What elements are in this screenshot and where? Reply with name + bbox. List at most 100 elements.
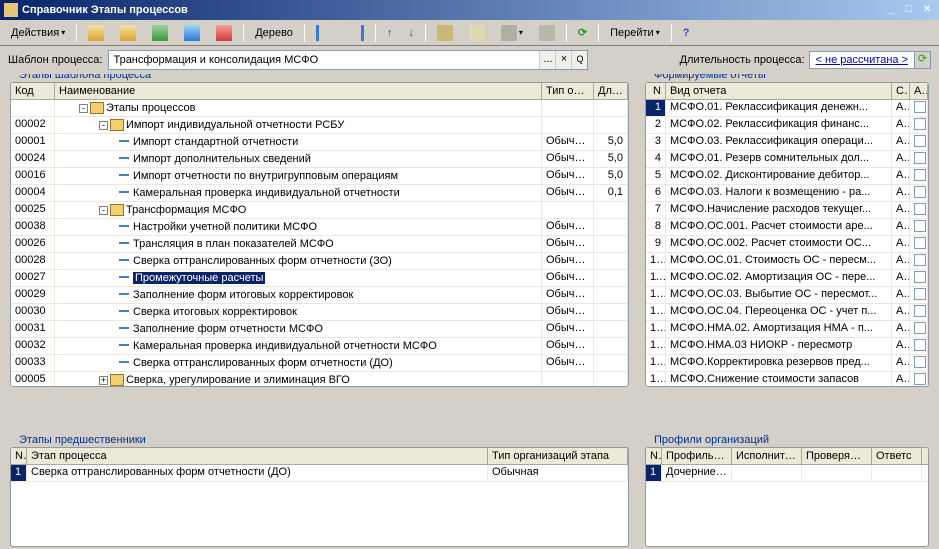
checkbox[interactable] — [914, 305, 926, 317]
table-row[interactable]: 00025-Трансформация МСФО — [11, 202, 628, 219]
actions-menu[interactable]: Действия▾ — [4, 24, 72, 42]
table-row[interactable]: 11МСФО.ОС.02. Амортизация ОС - пере...А.… — [646, 270, 928, 287]
filter-button[interactable] — [430, 22, 460, 44]
table-row[interactable]: 3МСФО.03. Реклассификация операци...А... — [646, 134, 928, 151]
table-row[interactable]: 9МСФО.ОС.002. Расчет стоимости ОС...А... — [646, 236, 928, 253]
table-row[interactable]: 00024Импорт дополнительных сведенийОбычн… — [11, 151, 628, 168]
org-grid[interactable]: N Профиль ор... Исполнител... Проверяющ.… — [645, 447, 929, 547]
checkbox[interactable] — [914, 186, 926, 198]
help-button[interactable]: ? — [676, 24, 697, 42]
column-button[interactable] — [532, 22, 562, 44]
table-row[interactable]: 00033Сверка оттранслированных форм отчет… — [11, 355, 628, 372]
duration-value[interactable]: < не рассчитана > — [809, 51, 915, 69]
indent-right-button[interactable] — [341, 22, 371, 44]
tree-toggle[interactable]: + — [99, 376, 108, 385]
table-row[interactable]: 7МСФО.Начисление расходов текущег...А... — [646, 202, 928, 219]
pred-grid[interactable]: N Этап процесса Тип организаций этапа 1С… — [10, 447, 629, 547]
checkbox[interactable] — [914, 203, 926, 215]
table-row[interactable]: 12МСФО.ОС.03. Выбытие ОС - пересмот...А.… — [646, 287, 928, 304]
checkbox[interactable] — [914, 271, 926, 283]
duration-label: Длительность процесса: — [680, 54, 805, 66]
tree-button[interactable]: Дерево — [248, 24, 300, 42]
tree-toggle[interactable]: - — [99, 206, 108, 215]
leaf-icon — [119, 310, 129, 314]
table-row[interactable]: 1Дочерние к... — [646, 465, 928, 482]
reports-grid[interactable]: N Вид отчета С... А... 1МСФО.01. Рекласс… — [645, 82, 929, 387]
template-select-button[interactable]: ... — [539, 51, 555, 69]
toolbar: Действия▾ Дерево ↑ ↓ ▾ ⟳ Перейти▾ ? — [0, 20, 939, 46]
table-row[interactable]: 00028Сверка оттранслированных форм отчет… — [11, 253, 628, 270]
copy-button[interactable] — [145, 22, 175, 44]
settings-button[interactable]: ▾ — [494, 22, 530, 44]
template-input[interactable] — [109, 51, 539, 69]
table-row[interactable]: 14МСФО.НМА.02. Амортизация НМА - п...А..… — [646, 321, 928, 338]
table-row[interactable]: 00016Импорт отчетности по внутригрупповы… — [11, 168, 628, 185]
delete-button[interactable] — [209, 22, 239, 44]
checkbox[interactable] — [914, 356, 926, 368]
checkbox[interactable] — [914, 220, 926, 232]
table-row[interactable]: 8МСФО.ОС.001. Расчет стоимости аре...А..… — [646, 219, 928, 236]
minimize-button[interactable]: _ — [883, 3, 899, 17]
template-field[interactable]: ... × Q — [108, 50, 588, 70]
etapy-header: Код Наименование Тип орг... Дли... — [11, 83, 628, 100]
etapy-grid[interactable]: Код Наименование Тип орг... Дли... -Этап… — [10, 82, 629, 387]
template-label: Шаблон процесса: — [8, 54, 102, 66]
table-row[interactable]: 1Сверка оттранслированных форм отчетност… — [11, 465, 628, 482]
indent-left-button[interactable] — [309, 22, 339, 44]
table-row[interactable]: 00004Камеральная проверка индивидуальной… — [11, 185, 628, 202]
checkbox[interactable] — [914, 339, 926, 351]
checkbox[interactable] — [914, 237, 926, 249]
template-clear-button[interactable]: × — [555, 51, 571, 69]
add-folder-button[interactable] — [113, 22, 143, 44]
move-down-button[interactable]: ↓ — [401, 24, 421, 42]
table-row[interactable]: 00032Камеральная проверка индивидуальной… — [11, 338, 628, 355]
pred-label: Этапы предшественники — [16, 434, 149, 446]
table-row[interactable]: 00038Настройки учетной политики МСФООбыч… — [11, 219, 628, 236]
checkbox[interactable] — [914, 254, 926, 266]
add-button[interactable] — [81, 22, 111, 44]
table-row[interactable]: 13МСФО.ОС.04. Переоценка ОС - учет п...А… — [646, 304, 928, 321]
table-row[interactable]: 00030Сверка итоговых корректировокОбычна… — [11, 304, 628, 321]
close-button[interactable]: × — [919, 3, 935, 17]
checkbox[interactable] — [914, 373, 926, 385]
duration-refresh-button[interactable]: ⟳ — [915, 51, 931, 69]
table-row[interactable]: 00031Заполнение форм отчетности МСФООбыч… — [11, 321, 628, 338]
clear-filter-button[interactable] — [462, 22, 492, 44]
table-row[interactable]: 2МСФО.02. Реклассификация финанс...А... — [646, 117, 928, 134]
refresh-button[interactable]: ⟳ — [571, 23, 594, 42]
move-up-button[interactable]: ↑ — [380, 24, 400, 42]
edit-button[interactable] — [177, 22, 207, 44]
reports-label: Формируемые отчеты — [651, 74, 769, 81]
folder-icon — [110, 374, 124, 386]
table-row[interactable]: 4МСФО.01. Резерв сомнительных дол...А... — [646, 151, 928, 168]
leaf-icon — [119, 293, 129, 297]
tree-toggle[interactable]: - — [79, 104, 88, 113]
go-button[interactable]: Перейти▾ — [603, 24, 667, 42]
leaf-icon — [119, 225, 129, 229]
maximize-button[interactable]: □ — [901, 3, 917, 17]
table-row[interactable]: 10МСФО.ОС.01. Стоимость ОС - пересм...А.… — [646, 253, 928, 270]
table-row[interactable]: 00026Трансляция в план показателей МСФОО… — [11, 236, 628, 253]
table-row[interactable]: -Этапы процессов — [11, 100, 628, 117]
table-row[interactable]: 00029Заполнение форм итоговых корректиро… — [11, 287, 628, 304]
table-row[interactable]: 6МСФО.03. Налоги к возмещению - ра...А..… — [646, 185, 928, 202]
checkbox[interactable] — [914, 322, 926, 334]
table-row[interactable]: 17МСФО.Снижение стоимости запасовА... — [646, 372, 928, 387]
table-row[interactable]: 00002-Импорт индивидуальной отчетности Р… — [11, 117, 628, 134]
checkbox[interactable] — [914, 118, 926, 130]
table-row[interactable]: 15МСФО.НМА.03 НИОКР - пересмотрА... — [646, 338, 928, 355]
checkbox[interactable] — [914, 135, 926, 147]
table-row[interactable]: 16МСФО.Корректировка резервов пред...А..… — [646, 355, 928, 372]
table-row[interactable]: 00027Промежуточные расчетыОбычная — [11, 270, 628, 287]
checkbox[interactable] — [914, 169, 926, 181]
table-row[interactable]: 1МСФО.01. Реклассификация денежн...А... — [646, 100, 928, 117]
table-row[interactable]: 00001Импорт стандартной отчетностиОбычна… — [11, 134, 628, 151]
template-row: Шаблон процесса: ... × Q Длительность пр… — [0, 46, 939, 74]
checkbox[interactable] — [914, 288, 926, 300]
checkbox[interactable] — [914, 101, 926, 113]
table-row[interactable]: 00005+Сверка, урегулирование и элиминаци… — [11, 372, 628, 387]
template-open-button[interactable]: Q — [571, 51, 587, 69]
tree-toggle[interactable]: - — [99, 121, 108, 130]
table-row[interactable]: 5МСФО.02. Дисконтирование дебитор...А... — [646, 168, 928, 185]
checkbox[interactable] — [914, 152, 926, 164]
